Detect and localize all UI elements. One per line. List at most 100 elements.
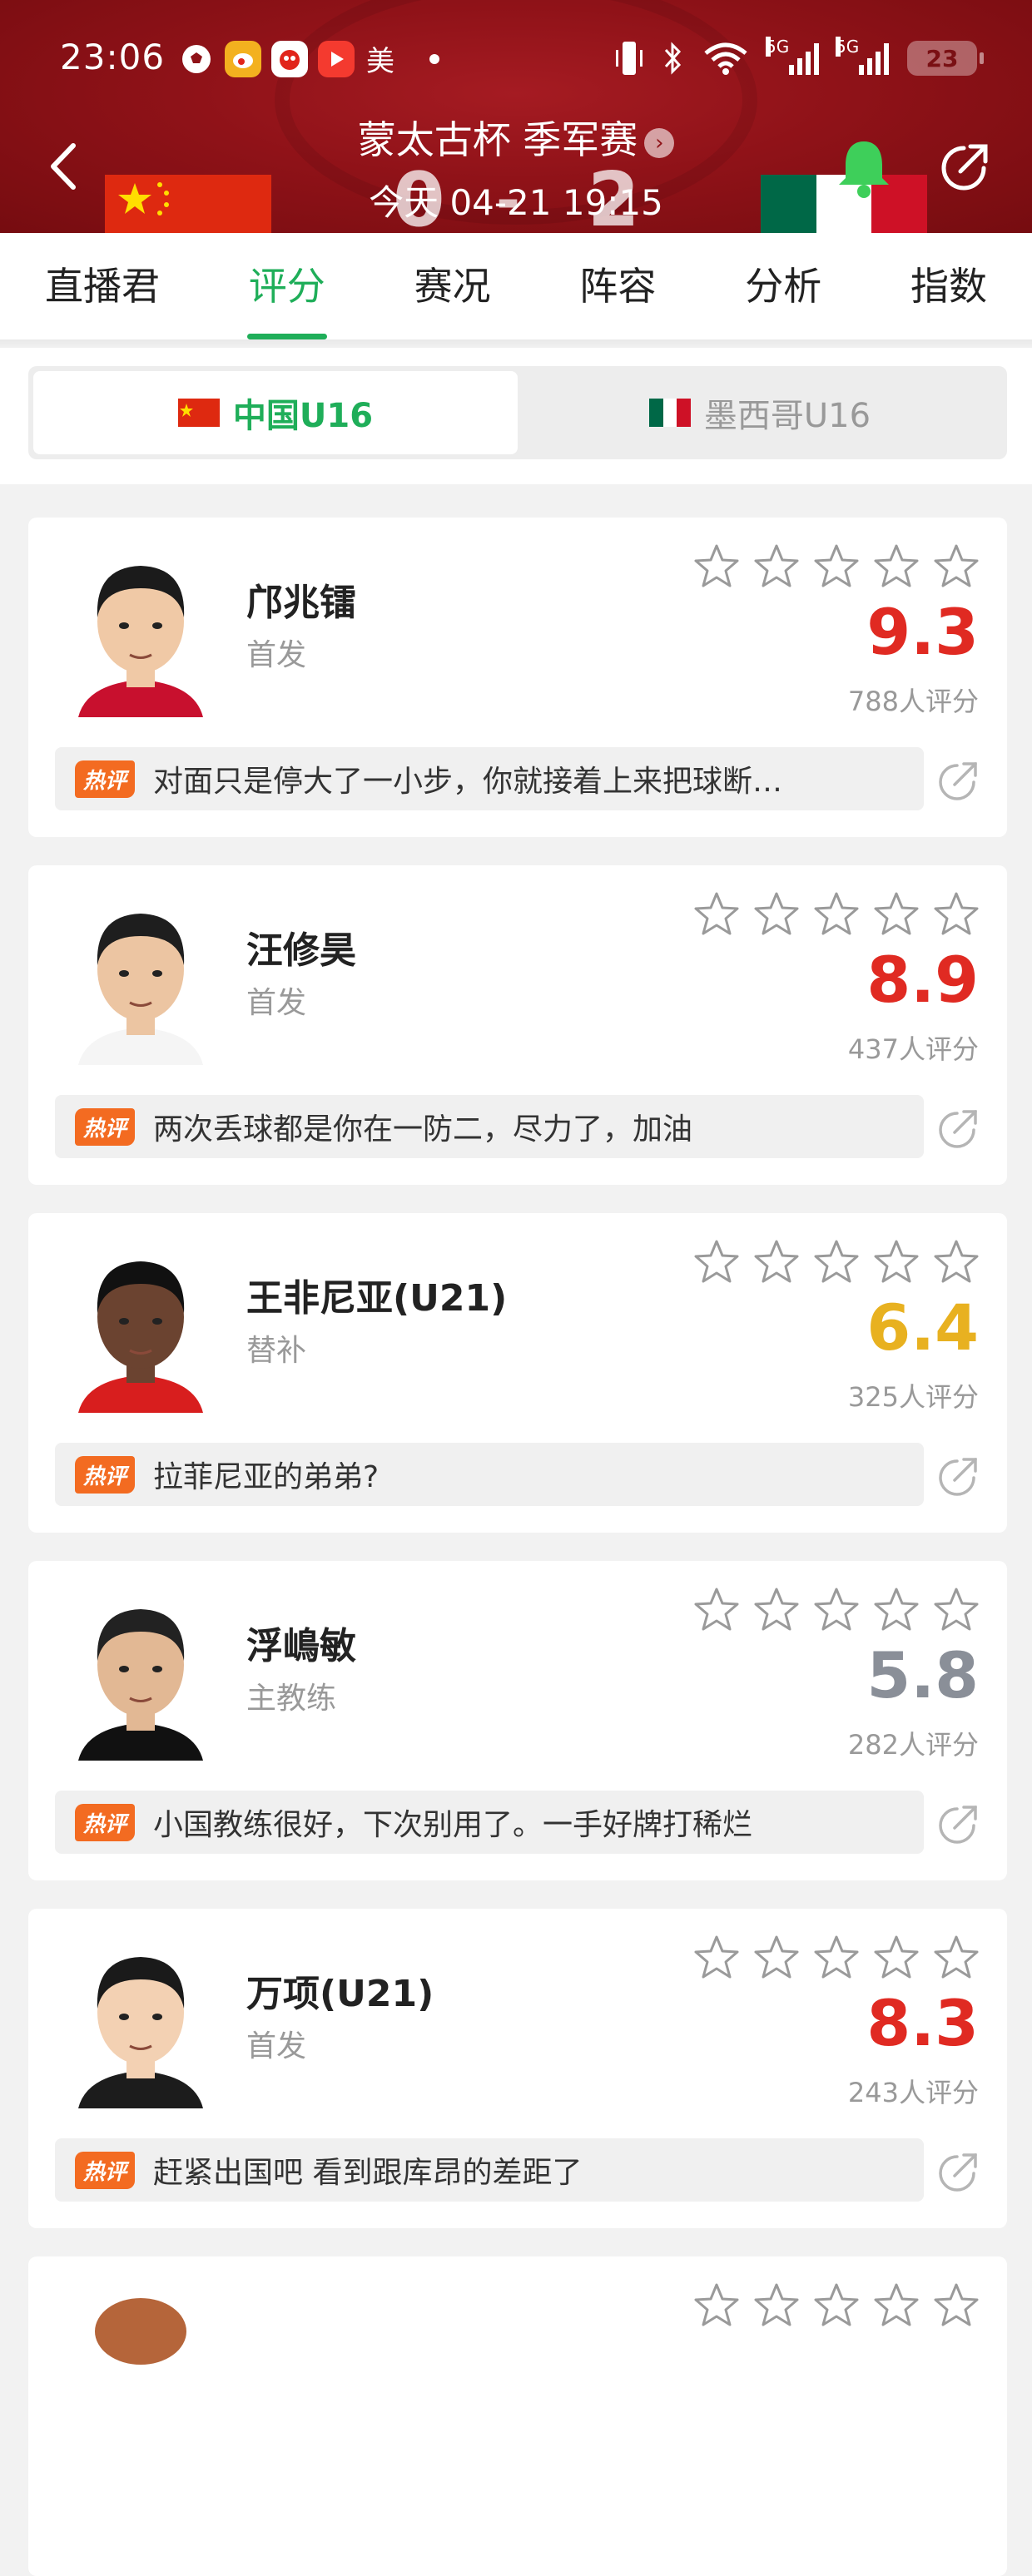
star-icon[interactable] bbox=[752, 2281, 801, 2330]
player-role: 主教练 bbox=[246, 1682, 337, 1716]
player-avatar bbox=[70, 1586, 211, 1761]
team-option-home[interactable]: 中国U16 bbox=[33, 371, 518, 454]
star-icon[interactable] bbox=[812, 1238, 861, 1286]
star-icon[interactable] bbox=[872, 1238, 920, 1286]
vote-count: 243人评分 bbox=[847, 2077, 979, 2108]
rating-stars[interactable] bbox=[692, 890, 980, 939]
star-icon[interactable] bbox=[932, 2281, 980, 2330]
hot-comment[interactable]: 热评 小国教练很好，下次别用了。一手好牌打稀烂 bbox=[55, 1791, 924, 1854]
player-card[interactable]: 王非尼亚(U21) 替补 6.4 325人评分 热评 拉菲尼亚的弟弟? bbox=[28, 1213, 1007, 1533]
star-icon[interactable] bbox=[692, 890, 741, 939]
vote-count: 282人评分 bbox=[847, 1729, 979, 1761]
player-score: 8.3 bbox=[866, 1986, 979, 2060]
rating-stars[interactable] bbox=[692, 542, 980, 591]
star-icon[interactable] bbox=[932, 1934, 980, 1982]
player-role: 首发 bbox=[246, 2029, 307, 2063]
team-away-label: 墨西哥U16 bbox=[703, 397, 871, 435]
network-type-label: 5G bbox=[766, 37, 790, 57]
hot-comment[interactable]: 热评 拉菲尼亚的弟弟? bbox=[55, 1443, 924, 1506]
meituan-app-icon: 美 bbox=[366, 45, 394, 78]
star-icon[interactable] bbox=[752, 1238, 801, 1286]
team-option-away[interactable]: 墨西哥U16 bbox=[518, 371, 1002, 454]
star-icon[interactable] bbox=[752, 1586, 801, 1634]
hot-comment-badge: 热评 bbox=[75, 760, 136, 798]
match-title-text: 蒙太古杯 季军赛 bbox=[357, 117, 638, 162]
share-icon[interactable] bbox=[935, 140, 992, 196]
share-icon[interactable] bbox=[934, 2150, 980, 2197]
signal-icon-1: 5G bbox=[766, 37, 819, 75]
vibrate-icon bbox=[616, 42, 643, 75]
bluetooth-icon bbox=[664, 42, 682, 75]
hot-comment[interactable]: 热评 两次丢球都是你在一防二，尽力了，加油 bbox=[55, 1095, 924, 1158]
player-avatar bbox=[70, 1238, 211, 1413]
comment-text: 两次丢球都是你在一防二，尽力了，加油 bbox=[153, 1112, 693, 1147]
team-home-label: 中国U16 bbox=[232, 397, 374, 435]
rating-stars[interactable] bbox=[692, 1238, 980, 1286]
tab-ratings[interactable]: 评分 bbox=[229, 233, 345, 339]
rating-stars[interactable] bbox=[692, 2281, 980, 2330]
vote-count: 325人评分 bbox=[847, 1381, 979, 1413]
signal-icon-2: 5G bbox=[836, 37, 889, 75]
star-icon[interactable] bbox=[932, 1586, 980, 1634]
star-icon[interactable] bbox=[812, 2281, 861, 2330]
player-avatar bbox=[70, 890, 211, 1065]
comment-text: 赶紧出国吧 看到跟库昂的差距了 bbox=[153, 2156, 583, 2190]
star-icon[interactable] bbox=[932, 1238, 980, 1286]
hot-comment[interactable]: 热评 赶紧出国吧 看到跟库昂的差距了 bbox=[55, 2138, 924, 2202]
mexico-flag-icon bbox=[648, 399, 691, 427]
player-role: 首发 bbox=[246, 986, 307, 1020]
player-score: 5.8 bbox=[866, 1638, 979, 1712]
star-icon[interactable] bbox=[812, 890, 861, 939]
player-avatar bbox=[95, 2298, 186, 2365]
rating-stars[interactable] bbox=[692, 1586, 980, 1634]
tab-live[interactable]: 直播君 bbox=[25, 233, 180, 339]
star-icon[interactable] bbox=[872, 890, 920, 939]
star-icon[interactable] bbox=[752, 542, 801, 591]
star-icon[interactable] bbox=[692, 542, 741, 591]
share-icon[interactable] bbox=[934, 759, 980, 805]
share-icon[interactable] bbox=[934, 1454, 980, 1501]
player-name: 浮嶋敏 bbox=[246, 1625, 356, 1667]
bell-icon[interactable] bbox=[831, 135, 897, 201]
star-icon[interactable] bbox=[872, 542, 920, 591]
player-card[interactable] bbox=[28, 2256, 1007, 2576]
star-icon[interactable] bbox=[692, 2281, 741, 2330]
status-time: 23:06 bbox=[60, 37, 166, 77]
tab-analysis[interactable]: 分析 bbox=[725, 233, 841, 339]
tab-lineup[interactable]: 阵容 bbox=[559, 233, 676, 339]
status-app-icons: 美 bbox=[178, 38, 439, 79]
rating-stars[interactable] bbox=[692, 1934, 980, 1982]
share-icon[interactable] bbox=[934, 1802, 980, 1849]
tab-events[interactable]: 赛况 bbox=[394, 233, 511, 339]
star-icon[interactable] bbox=[932, 890, 980, 939]
player-card[interactable]: 邝兆镭 首发 9.3 788人评分 热评 对面只是停大了一小步，你就接着上来把球… bbox=[28, 518, 1007, 837]
player-role: 首发 bbox=[246, 638, 307, 672]
wifi-icon bbox=[704, 42, 747, 75]
comment-text: 小国教练很好，下次别用了。一手好牌打稀烂 bbox=[153, 1808, 753, 1842]
star-icon[interactable] bbox=[692, 1238, 741, 1286]
star-icon[interactable] bbox=[812, 542, 861, 591]
hot-comment-badge: 热评 bbox=[75, 1107, 136, 1146]
player-card[interactable]: 万项(U21) 首发 8.3 243人评分 热评 赶紧出国吧 看到跟库昂的差距了 bbox=[28, 1909, 1007, 2228]
status-indicators: 5G 5G 23 bbox=[614, 37, 984, 78]
share-icon[interactable] bbox=[934, 1107, 980, 1153]
star-icon[interactable] bbox=[752, 1934, 801, 1982]
player-card[interactable]: 浮嶋敏 主教练 5.8 282人评分 热评 小国教练很好，下次别用了。一手好牌打… bbox=[28, 1561, 1007, 1880]
player-name: 邝兆镭 bbox=[246, 582, 356, 624]
star-icon[interactable] bbox=[872, 1586, 920, 1634]
hot-comment[interactable]: 热评 对面只是停大了一小步，你就接着上来把球断… bbox=[55, 747, 924, 810]
notification-dot-icon bbox=[429, 53, 439, 64]
star-icon[interactable] bbox=[812, 1586, 861, 1634]
player-role: 替补 bbox=[246, 1334, 307, 1368]
star-icon[interactable] bbox=[692, 1586, 741, 1634]
star-icon[interactable] bbox=[872, 2281, 920, 2330]
star-icon[interactable] bbox=[692, 1934, 741, 1982]
player-card[interactable]: 汪修昊 首发 8.9 437人评分 热评 两次丢球都是你在一防二，尽力了，加油 bbox=[28, 865, 1007, 1185]
status-bar: 23:06 美 5G 5G 23 bbox=[0, 0, 1032, 125]
star-icon[interactable] bbox=[812, 1934, 861, 1982]
tab-odds[interactable]: 指数 bbox=[891, 233, 1007, 339]
comment-text: 对面只是停大了一小步，你就接着上来把球断… bbox=[153, 765, 783, 799]
star-icon[interactable] bbox=[932, 542, 980, 591]
star-icon[interactable] bbox=[872, 1934, 920, 1982]
star-icon[interactable] bbox=[752, 890, 801, 939]
